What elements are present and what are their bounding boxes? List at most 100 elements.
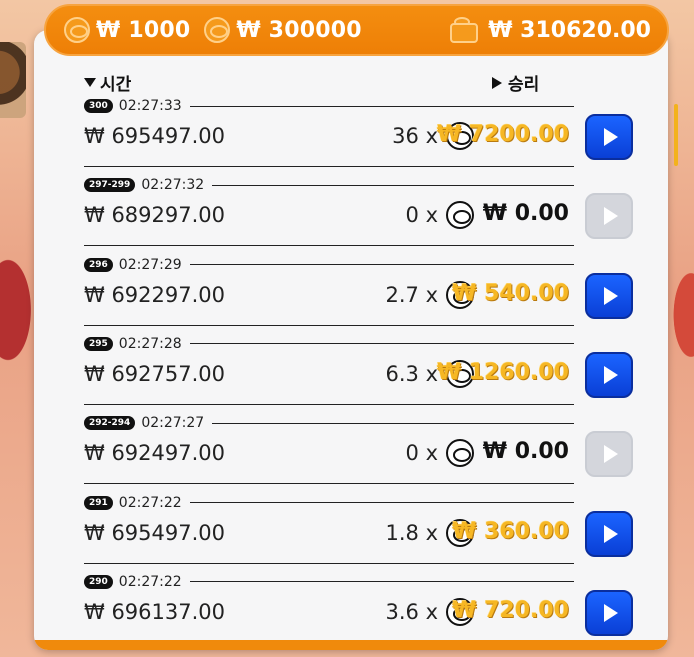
wallet-balance: ₩ 310620.00 <box>488 17 651 43</box>
win-amount: ₩ 540.00 <box>452 280 569 306</box>
replay-button[interactable] <box>585 510 633 557</box>
history-row: 291 02:27:22 ₩ 695497.00 1.8 x ₩ 360.00 <box>84 495 644 564</box>
divider <box>189 105 574 107</box>
balance-bar: ₩ 1000 ₩ 300000 ₩ 310620.00 <box>44 4 669 56</box>
scrollbar-thumb[interactable] <box>674 104 678 166</box>
round-meta: 292-294 02:27:27 <box>84 415 574 431</box>
multiplier-value: 6.3 x <box>385 361 439 386</box>
balance-after: ₩ 692297.00 <box>84 282 226 307</box>
replay-button <box>585 431 633 478</box>
row-divider <box>84 245 574 247</box>
coin-value: ₩ 1000 <box>96 17 191 43</box>
multiplier-value: 2.7 x <box>385 282 439 307</box>
round-badge: 292-294 <box>84 416 136 431</box>
sort-win-header[interactable]: 승리 <box>492 70 539 95</box>
history-row: 300 02:27:33 ₩ 695497.00 36 x ₩ 7200.00 <box>84 98 644 167</box>
replay-button <box>585 193 633 240</box>
column-headers: 시간 승리 <box>84 70 564 95</box>
play-icon <box>604 286 618 305</box>
balance-after: ₩ 692757.00 <box>84 361 226 386</box>
round-badge: 290 <box>84 574 113 589</box>
round-badge: 295 <box>84 336 113 351</box>
round-meta: 300 02:27:33 <box>84 98 574 114</box>
coin-icon <box>446 439 474 468</box>
round-time: 02:27:22 <box>118 494 182 511</box>
divider <box>212 184 574 186</box>
play-icon <box>604 603 618 622</box>
win-header-label: 승리 <box>508 75 540 95</box>
divider <box>189 264 574 266</box>
background-ornament <box>0 42 26 118</box>
play-icon <box>604 524 618 543</box>
balance-after: ₩ 695497.00 <box>84 124 226 148</box>
win-amount: ₩ 1260.00 <box>436 359 569 385</box>
win-amount: ₩ 0.00 <box>482 439 569 465</box>
divider <box>189 502 574 503</box>
play-icon <box>604 128 618 146</box>
time-header-label: 시간 <box>100 75 132 95</box>
round-time: 02:27:22 <box>118 573 182 590</box>
divider <box>189 581 574 583</box>
round-badge: 297-299 <box>84 178 136 193</box>
coin-value-group: ₩ 1000 <box>64 17 204 43</box>
row-divider <box>84 166 574 167</box>
row-divider <box>84 403 574 405</box>
history-row: 297-299 02:27:32 ₩ 689297.00 0 x ₩ 0.00 <box>84 177 644 247</box>
total-bet-group: ₩ 300000 <box>204 17 375 43</box>
balance-after: ₩ 692497.00 <box>84 441 226 466</box>
win-amount: ₩ 7200.00 <box>436 122 569 147</box>
multiplier-value: 36 x <box>392 124 438 148</box>
multiplier-value: 1.8 x <box>385 520 439 545</box>
multiplier: 0 x <box>405 439 474 468</box>
replay-button[interactable] <box>585 589 633 636</box>
divider <box>189 343 574 345</box>
balance-after: ₩ 689297.00 <box>84 203 226 228</box>
multiplier: 0 x <box>405 201 474 230</box>
history-row: 290 02:27:22 ₩ 696137.00 3.6 x ₩ 720.00 <box>84 574 644 642</box>
wallet-icon <box>450 17 480 43</box>
replay-button[interactable] <box>585 351 633 398</box>
win-amount: ₩ 0.00 <box>482 201 569 227</box>
coin-icon <box>446 201 474 230</box>
replay-button[interactable] <box>585 114 633 160</box>
background-shape-right <box>664 250 694 380</box>
coin-icon <box>64 17 90 43</box>
round-meta: 291 02:27:22 <box>84 495 574 511</box>
round-badge: 300 <box>84 99 113 113</box>
win-amount: ₩ 360.00 <box>452 518 569 544</box>
sort-down-icon <box>84 78 96 87</box>
play-icon <box>604 207 618 226</box>
round-meta: 296 02:27:29 <box>84 257 574 273</box>
sort-right-icon <box>492 76 502 89</box>
balance-after: ₩ 696137.00 <box>84 599 226 624</box>
play-icon <box>604 365 618 384</box>
balance-after: ₩ 695497.00 <box>84 520 226 545</box>
round-time: 02:27:28 <box>118 335 182 352</box>
replay-button[interactable] <box>585 272 633 319</box>
history-row: 292-294 02:27:27 ₩ 692497.00 0 x ₩ 0.00 <box>84 415 644 485</box>
round-time: 02:27:29 <box>118 256 182 273</box>
win-amount: ₩ 720.00 <box>452 597 569 623</box>
wallet-group: ₩ 310620.00 <box>450 17 651 43</box>
play-icon <box>604 445 618 464</box>
row-divider <box>84 324 574 326</box>
multiplier-value: 0 x <box>405 441 438 466</box>
round-time: 02:27:33 <box>118 98 182 114</box>
round-time: 02:27:27 <box>141 415 205 432</box>
round-time: 02:27:32 <box>141 177 205 194</box>
round-badge: 291 <box>84 495 113 510</box>
round-badge: 296 <box>84 257 113 272</box>
multiplier-value: 3.6 x <box>385 599 439 624</box>
divider <box>212 422 574 424</box>
history-row: 296 02:27:29 ₩ 692297.00 2.7 x ₩ 540.00 <box>84 257 644 326</box>
round-meta: 295 02:27:28 <box>84 336 574 352</box>
round-meta: 290 02:27:22 <box>84 574 574 590</box>
row-divider <box>84 483 574 485</box>
row-divider <box>84 562 574 564</box>
coins-stack-icon <box>204 17 231 43</box>
total-bet-value: ₩ 300000 <box>236 17 362 43</box>
round-meta: 297-299 02:27:32 <box>84 177 574 193</box>
multiplier-value: 0 x <box>405 203 438 228</box>
history-row: 295 02:27:28 ₩ 692757.00 6.3 x ₩ 1260.00 <box>84 336 644 405</box>
sort-time-header[interactable]: 시간 <box>84 70 131 95</box>
